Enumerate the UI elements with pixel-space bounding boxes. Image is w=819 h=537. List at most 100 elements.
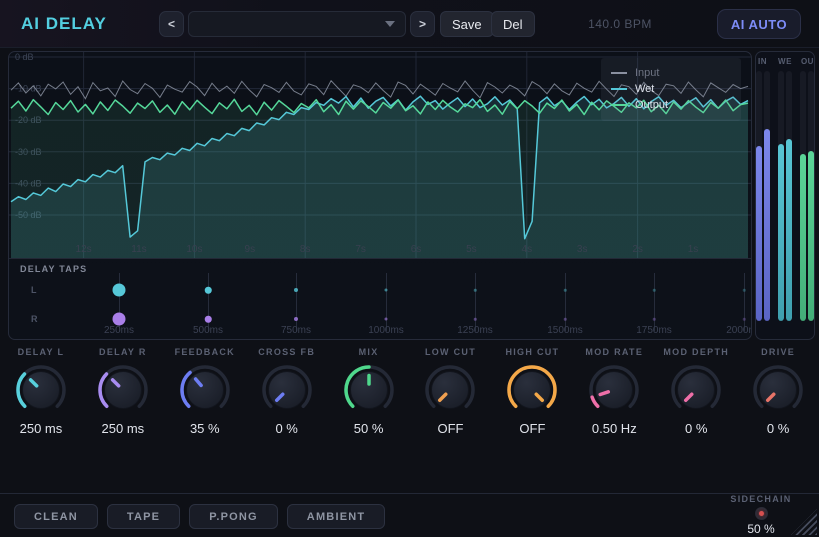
x-axis-label: 11s	[131, 244, 146, 255]
meter-fill	[764, 129, 770, 322]
knob-label: DELAY L	[18, 347, 65, 357]
tap-grid-line	[654, 273, 655, 331]
knob-mod-depth: MOD DEPTH0 %	[655, 340, 737, 455]
tap-dot-right[interactable]	[474, 318, 477, 321]
knob-label: DRIVE	[761, 347, 795, 357]
x-axis-label: 9s	[245, 244, 256, 255]
x-axis-label: 12s	[76, 244, 92, 255]
tap-dot-left[interactable]	[385, 289, 388, 292]
meter-track	[786, 71, 792, 321]
legend-label: Wet	[635, 83, 654, 95]
knob-value: 35 %	[190, 421, 220, 436]
scope-legend: InputWetOutput	[601, 58, 741, 121]
meter-panel: INWEOU	[755, 51, 815, 340]
mode-button-group: CLEAN TAPE P.PONG AMBIENT	[14, 504, 385, 529]
meter-fill	[800, 154, 806, 322]
knob-label: CROSS FB	[258, 347, 315, 357]
knob-control[interactable]	[504, 362, 560, 418]
tap-dot-right[interactable]	[653, 318, 656, 321]
knob-control[interactable]	[13, 362, 69, 418]
mode-button-clean[interactable]: CLEAN	[14, 504, 98, 529]
sidechain-knob[interactable]	[755, 507, 768, 520]
knob-value: OFF	[437, 421, 463, 436]
knob-control[interactable]	[259, 362, 315, 418]
tap-dot-left[interactable]	[564, 289, 567, 292]
x-axis-label: 4s	[522, 244, 533, 255]
meter-track	[778, 71, 784, 321]
sidechain-led-icon	[759, 511, 764, 516]
knob-label: MOD DEPTH	[663, 347, 729, 357]
app-title: AI DELAY	[21, 14, 107, 34]
x-axis-label: 7s	[355, 244, 366, 255]
meter-group-ou	[800, 71, 814, 323]
knob-control[interactable]	[586, 362, 642, 418]
delay-taps-title: DELAY TAPS	[20, 264, 87, 274]
tap-dot-right[interactable]	[294, 317, 298, 321]
knob-high-cut: HIGH CUTOFF	[491, 340, 573, 455]
tap-ms-label: 250ms	[104, 325, 134, 336]
tap-grid-line	[475, 273, 476, 331]
knob-control[interactable]	[177, 362, 233, 418]
knob-control[interactable]	[668, 362, 724, 418]
legend-swatch-wet	[611, 88, 627, 90]
knob-control[interactable]	[95, 362, 151, 418]
knob-feedback: FEEDBACK 35 %	[164, 340, 246, 455]
chevron-down-icon	[385, 21, 395, 27]
preset-dropdown[interactable]	[188, 11, 406, 37]
mode-button-ambient[interactable]: AMBIENT	[287, 504, 386, 529]
knob-value: OFF	[519, 421, 545, 436]
tap-dot-right[interactable]	[743, 318, 746, 321]
delay-taps-display[interactable]: DELAY TAPS LR250ms500ms750ms1000ms1250ms…	[9, 258, 752, 340]
sidechain-label: SIDECHAIN	[716, 494, 806, 504]
knob-label: FEEDBACK	[175, 347, 235, 357]
x-axis-label: 3s	[577, 244, 588, 255]
tap-dot-left[interactable]	[474, 289, 477, 292]
legend-item: Input	[611, 65, 731, 81]
x-axis-label: 8s	[300, 244, 311, 255]
y-axis-label: 0 dB	[15, 52, 34, 62]
tap-dot-right[interactable]	[113, 313, 126, 326]
knob-value: 250 ms	[20, 421, 63, 436]
meter-fill	[808, 151, 814, 321]
knob-mod-rate: MOD RATE0.50 Hz	[573, 340, 655, 455]
legend-swatch-input	[611, 72, 627, 74]
delete-button[interactable]: Del	[491, 11, 535, 37]
meter-track	[764, 71, 770, 321]
tap-ms-label: 1750ms	[636, 325, 672, 336]
knob-control[interactable]	[341, 362, 397, 418]
footer-divider	[0, 493, 819, 494]
meter-track	[800, 71, 806, 321]
knob-control[interactable]	[422, 362, 478, 418]
tap-dot-left[interactable]	[743, 289, 746, 292]
meter-fill	[778, 144, 784, 322]
tap-dot-left[interactable]	[113, 284, 126, 297]
ai-auto-button[interactable]: AI AUTO	[717, 9, 801, 39]
tap-dot-left[interactable]	[653, 289, 656, 292]
legend-swatch-output	[611, 104, 627, 106]
tap-dot-right[interactable]	[205, 316, 212, 323]
tap-dot-left[interactable]	[205, 287, 212, 294]
meter-track	[756, 71, 762, 321]
top-bar: AI DELAY < > Save Del 140.0 BPM AI AUTO	[0, 0, 819, 48]
mode-button-tape[interactable]: TAPE	[107, 504, 180, 529]
knob-value: 50 %	[354, 421, 384, 436]
tap-ms-label: 1500ms	[547, 325, 583, 336]
preset-prev-button[interactable]: <	[159, 11, 184, 37]
save-button[interactable]: Save	[440, 11, 494, 37]
preset-next-button[interactable]: >	[410, 11, 435, 37]
tap-ms-label: 500ms	[193, 325, 223, 336]
knob-drive: DRIVE0 %	[737, 340, 819, 455]
tap-dot-right[interactable]	[564, 318, 567, 321]
x-axis-label: 2s	[632, 244, 643, 255]
knob-label: LOW CUT	[425, 347, 476, 357]
knob-mix: MIX50 %	[328, 340, 410, 455]
knob-label: DELAY R	[99, 347, 147, 357]
x-axis-label: 1s	[688, 244, 699, 255]
tap-dot-left[interactable]	[294, 288, 298, 292]
knob-value: 0 %	[275, 421, 297, 436]
tap-dot-right[interactable]	[385, 318, 388, 321]
mode-button-p-pong[interactable]: P.PONG	[189, 504, 278, 529]
knob-control[interactable]	[750, 362, 806, 418]
scope-panel: 0 dB-10 dB-20 dB-30 dB-40 dB-50 dB12s11s…	[8, 51, 752, 340]
knob-delay-l: DELAY L 250 ms	[0, 340, 82, 455]
